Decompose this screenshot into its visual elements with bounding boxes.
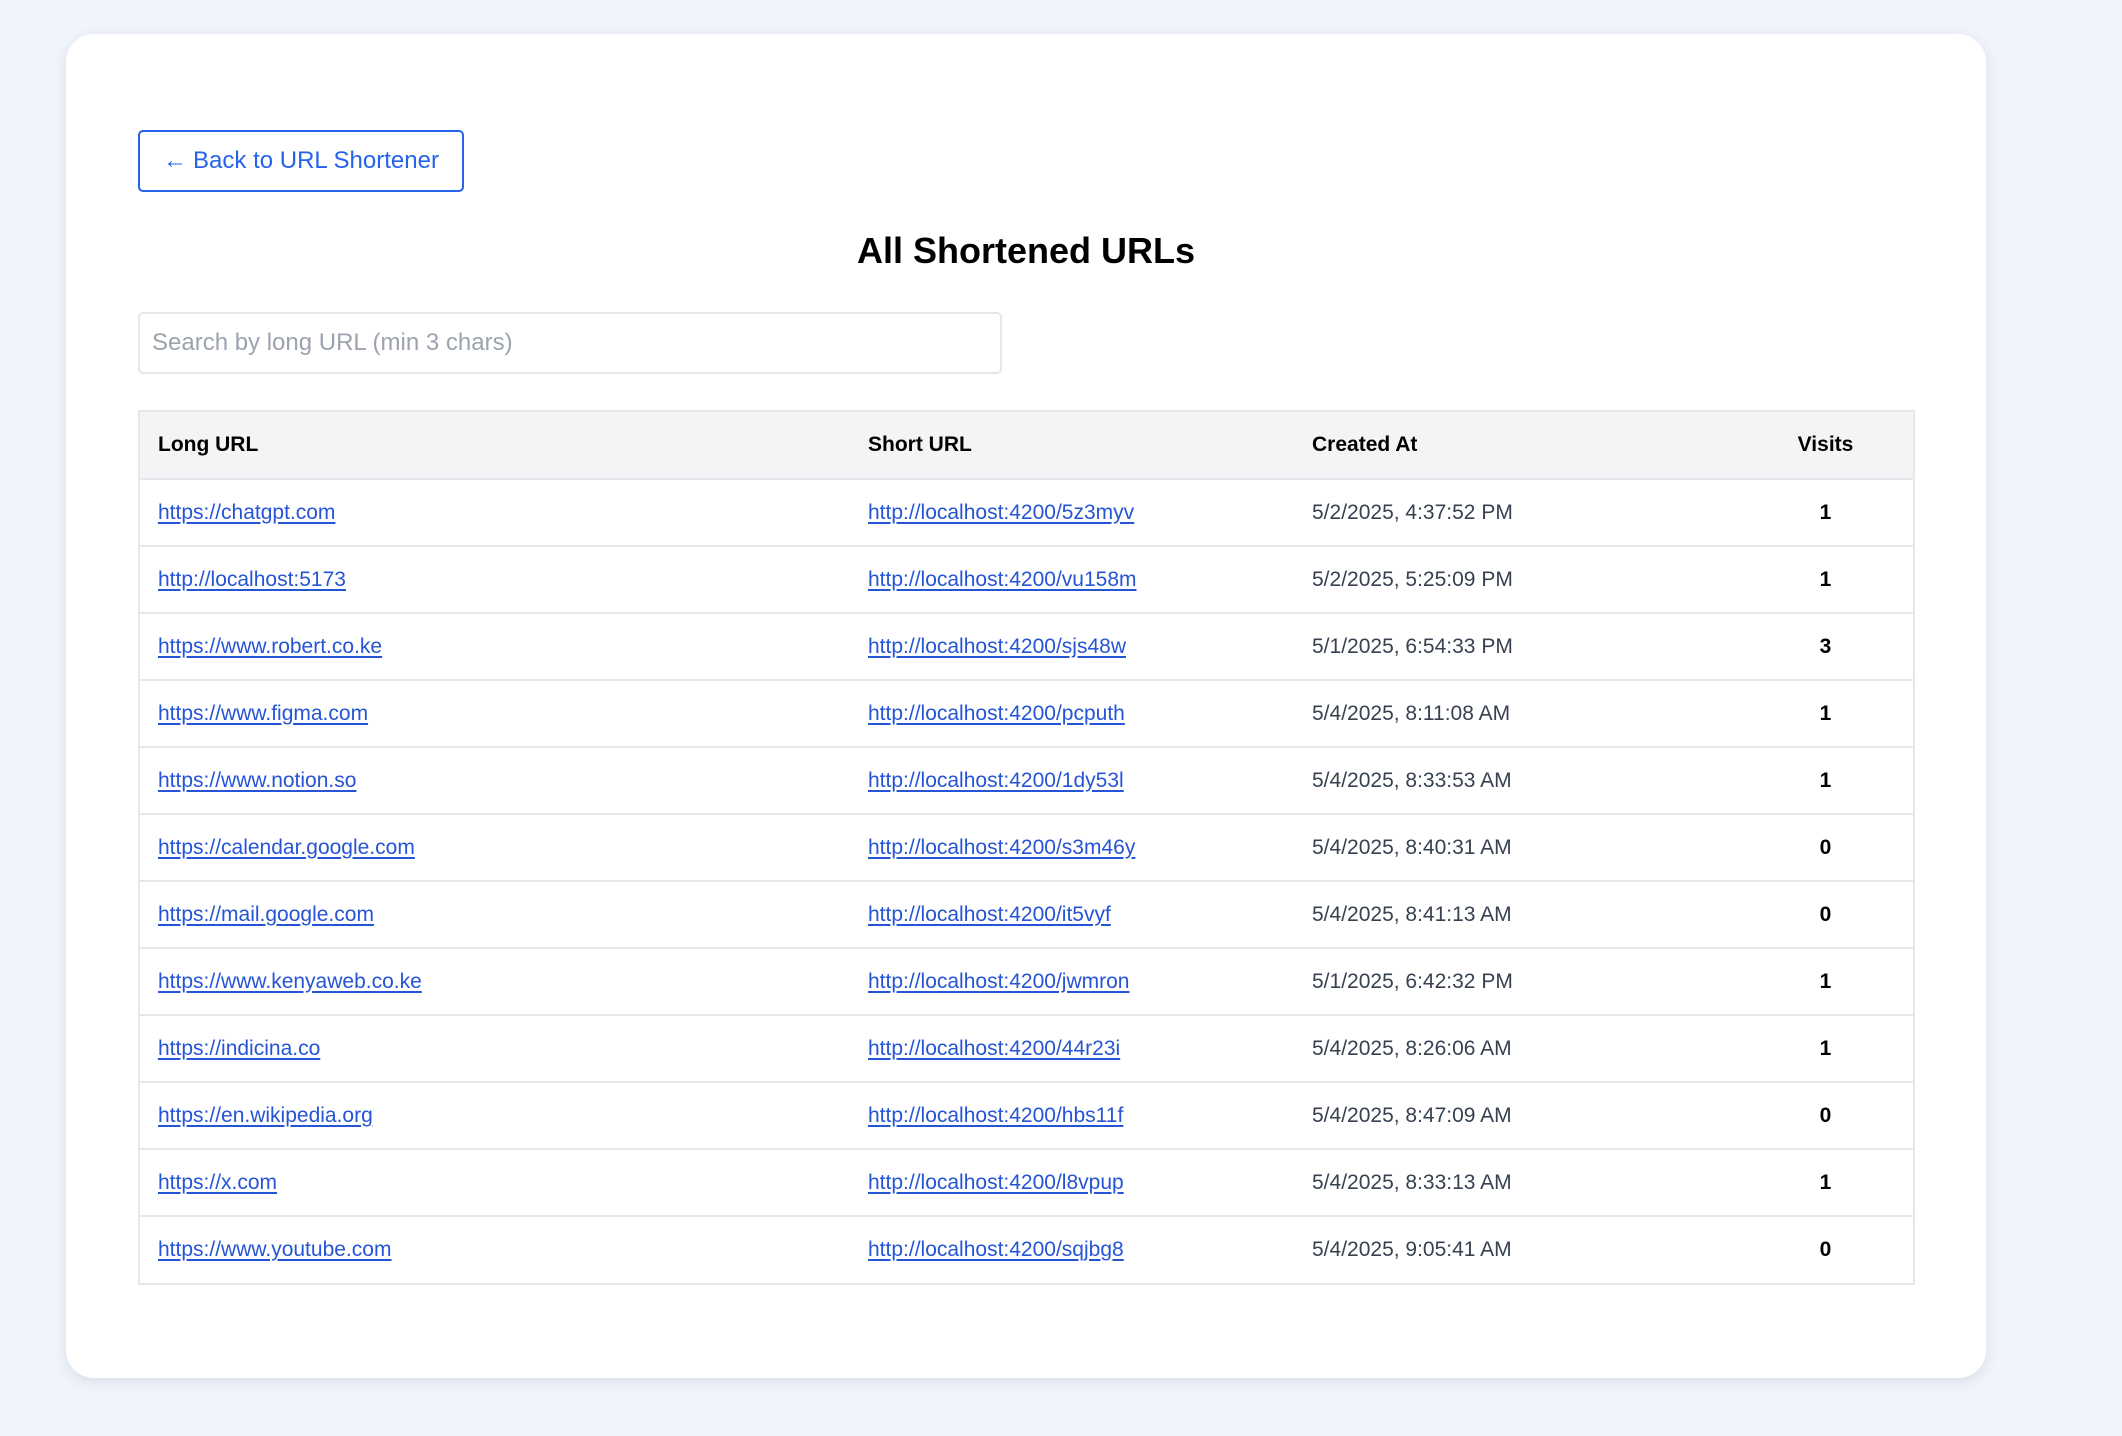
long-url-cell: https://www.notion.so (140, 747, 850, 815)
long-url-cell: https://www.figma.com (140, 680, 850, 748)
visits-cell: 0 (1738, 881, 1913, 949)
visits-cell: 3 (1738, 613, 1913, 681)
page-title: All Shortened URLs (856, 230, 1196, 271)
short-url-link[interactable]: http://localhost:4200/jwmron (868, 970, 1129, 993)
long-url-link[interactable]: https://www.figma.com (158, 702, 368, 725)
created-at-cell: 5/4/2025, 8:33:53 AM (1294, 747, 1738, 815)
long-url-link[interactable]: http://localhost:5173 (158, 568, 346, 591)
header-visits: Visits (1738, 412, 1913, 480)
search-input[interactable] (138, 312, 1002, 374)
visits-cell: 0 (1738, 1082, 1913, 1150)
long-url-cell: https://calendar.google.com (140, 814, 850, 882)
visits-cell: 1 (1738, 948, 1913, 1016)
header-short-url: Short URL (850, 412, 1294, 480)
short-url-link[interactable]: http://localhost:4200/44r23i (868, 1037, 1120, 1060)
table-row: https://calendar.google.com http://localh… (140, 814, 1913, 882)
long-url-cell: http://localhost:5173 (140, 546, 850, 614)
short-url-cell: http://localhost:4200/hbs11f (850, 1082, 1294, 1150)
visits-cell: 1 (1738, 680, 1913, 748)
short-url-cell: http://localhost:4200/s3m46y (850, 814, 1294, 882)
header-long-url: Long URL (140, 412, 850, 480)
short-url-link[interactable]: http://localhost:4200/l8vpup (868, 1171, 1124, 1194)
visits-cell: 0 (1819, 1238, 1832, 1261)
short-url-link[interactable]: http://localhost:4200/sjs48w (868, 635, 1126, 658)
short-url-link[interactable]: http://localhost:4200/pcputh (868, 702, 1125, 725)
short-url-cell: http://localhost:4200/1dy53l (850, 747, 1294, 815)
created-at-cell: 5/4/2025, 8:40:31 AM (1294, 814, 1738, 882)
short-url-cell: http://localhost:4200/l8vpup (850, 1149, 1294, 1217)
table-row: https://chatgpt.com http://localhost:4200… (140, 479, 1913, 547)
long-url-link[interactable]: https://mail.google.com (158, 903, 374, 926)
long-url-cell: https://indicina.co (140, 1015, 850, 1083)
table-row: https://indicina.co http://localhost:4200… (140, 1015, 1913, 1083)
table-row: https://www.figma.com http://localhost:42… (140, 680, 1913, 748)
header-created-at: Created At (1294, 412, 1738, 480)
table-header: Long URL Short URL Created At Visits (140, 412, 1913, 480)
created-at-cell: 5/4/2025, 8:11:08 AM (1294, 680, 1738, 748)
long-url-link[interactable]: https://www.robert.co.ke (158, 635, 382, 658)
short-url-link[interactable]: http://localhost:4200/vu158m (868, 568, 1137, 591)
short-url-link[interactable]: http://localhost:4200/5z3myv (868, 501, 1134, 524)
table-header-row: Long URL Short URL Created At Visits (140, 412, 1913, 480)
created-at-cell: 5/4/2025, 8:26:06 AM (1294, 1015, 1738, 1083)
visits-cell: 1 (1738, 1149, 1913, 1217)
short-url-link[interactable]: http://localhost:4200/it5vyf (868, 903, 1111, 926)
created-at-cell: 5/4/2025, 8:41:13 AM (1294, 881, 1738, 949)
short-url-cell: http://localhost:4200/it5vyf (850, 881, 1294, 949)
visits-cell: 1 (1738, 479, 1913, 547)
long-url-link[interactable]: https://en.wikipedia.org (158, 1104, 373, 1127)
long-url-link[interactable]: https://www.kenyaweb.co.ke (158, 970, 422, 993)
table-row: https://mail.google.com http://localhost:… (140, 881, 1913, 949)
table-row: https://www.youtube.com http://localhost:… (140, 1216, 1913, 1283)
main-card: ← Back to URL Shortener All Shortened UR… (66, 34, 1986, 1378)
created-at-cell: 5/4/2025, 8:33:13 AM (1294, 1149, 1738, 1217)
back-button-label: Back to URL Shortener (193, 147, 439, 174)
short-url-link[interactable]: http://localhost:4200/hbs11f (868, 1104, 1123, 1127)
long-url-cell: https://www.robert.co.ke (140, 613, 850, 681)
long-url-cell: https://x.com (140, 1149, 850, 1217)
created-at-cell: 5/4/2025, 8:47:09 AM (1294, 1082, 1738, 1150)
long-url-cell: https://chatgpt.com (140, 479, 850, 547)
created-at-cell: 5/2/2025, 5:25:09 PM (1294, 546, 1738, 614)
created-at-cell: 5/4/2025, 9:05:41 AM (1312, 1238, 1512, 1261)
long-url-link[interactable]: https://indicina.co (158, 1037, 320, 1060)
long-url-link[interactable]: https://chatgpt.com (158, 501, 335, 524)
short-url-cell: http://localhost:4200/sjs48w (850, 613, 1294, 681)
short-url-cell: http://localhost:4200/sqjbg8 (850, 1216, 1294, 1283)
long-url-link[interactable]: https://www.youtube.com (158, 1238, 391, 1261)
short-url-cell: http://localhost:4200/jwmron (850, 948, 1294, 1016)
short-url-link[interactable]: http://localhost:4200/1dy53l (868, 769, 1124, 792)
long-url-cell: https://en.wikipedia.org (140, 1082, 850, 1150)
short-url-link[interactable]: http://localhost:4200/s3m46y (868, 836, 1135, 859)
created-at-cell: 5/1/2025, 6:54:33 PM (1294, 613, 1738, 681)
long-url-cell: https://www.youtube.com (140, 1216, 850, 1283)
table-row: https://www.kenyaweb.co.ke http://localho… (140, 948, 1913, 1016)
long-url-cell: https://mail.google.com (140, 881, 850, 949)
short-url-link[interactable]: http://localhost:4200/sqjbg8 (868, 1238, 1124, 1261)
long-url-cell: https://www.kenyaweb.co.ke (140, 948, 850, 1016)
table-row: https://x.com http://localhost:4200/l8vpu… (140, 1149, 1913, 1217)
short-url-cell: http://localhost:4200/pcputh (850, 680, 1294, 748)
arrow-left-icon: ← (163, 147, 188, 174)
table-row: https://www.robert.co.ke http://localhost… (140, 613, 1913, 681)
urls-table: Long URL Short URL Created At Visits htt… (140, 412, 1913, 1283)
table-body: https://chatgpt.com http://localhost:4200… (140, 479, 1913, 1283)
short-url-cell: http://localhost:4200/44r23i (850, 1015, 1294, 1083)
table-row: https://en.wikipedia.org http://localhost… (140, 1082, 1913, 1150)
table-row: http://localhost:5173 http://localhost:42… (140, 546, 1913, 614)
short-url-cell: http://localhost:4200/vu158m (850, 546, 1294, 614)
short-url-cell: http://localhost:4200/5z3myv (850, 479, 1294, 547)
created-at-cell: 5/1/2025, 6:42:32 PM (1294, 948, 1738, 1016)
long-url-link[interactable]: https://x.com (158, 1171, 277, 1194)
visits-cell: 0 (1738, 814, 1913, 882)
created-at-cell: 5/2/2025, 4:37:52 PM (1294, 479, 1738, 547)
urls-table-container: Long URL Short URL Created At Visits htt… (138, 410, 1915, 1285)
visits-cell: 1 (1738, 747, 1913, 815)
visits-cell: 1 (1738, 546, 1913, 614)
table-row: https://www.notion.so http://localhost:42… (140, 747, 1913, 815)
long-url-link[interactable]: https://calendar.google.com (158, 836, 415, 859)
back-to-url-shortener-button[interactable]: ← Back to URL Shortener (138, 130, 464, 192)
long-url-link[interactable]: https://www.notion.so (158, 769, 356, 792)
visits-cell: 1 (1738, 1015, 1913, 1083)
